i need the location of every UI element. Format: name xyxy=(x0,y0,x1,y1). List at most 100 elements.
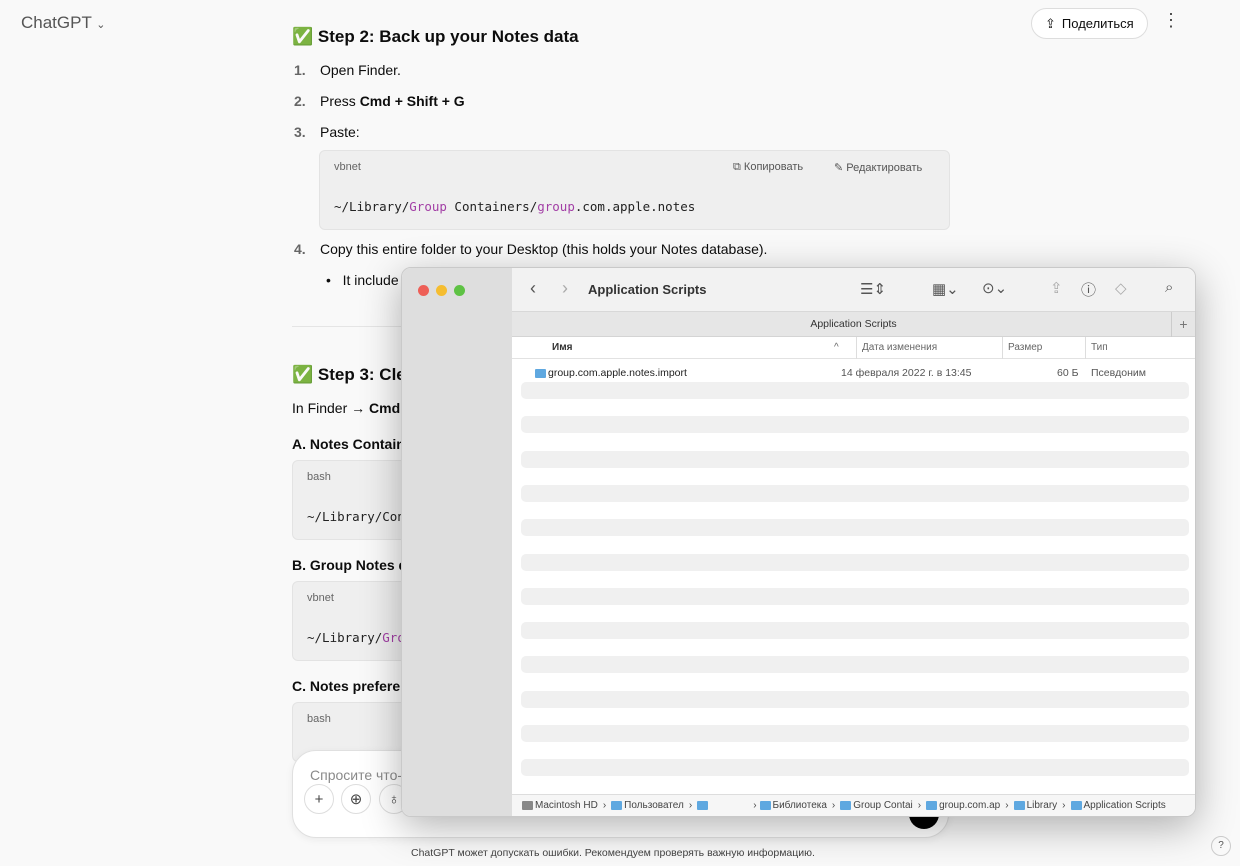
col-size[interactable]: Размер xyxy=(1002,337,1042,359)
folder-icon xyxy=(926,800,938,810)
globe-icon[interactable]: ⊕ xyxy=(341,784,371,814)
finder-window: ‹ › Application Scripts ☰⇕ ▦⌄ ⊙⌄ ⇪ ⓘ ◇ ⌕… xyxy=(401,267,1196,817)
empty-row-stripe xyxy=(521,382,1189,399)
sort-icon: ^ xyxy=(834,342,839,353)
empty-row-stripe xyxy=(521,519,1189,537)
path-item[interactable]: Библиотека xyxy=(759,800,827,811)
list-item: 3. Paste: xyxy=(294,124,360,140)
chevron-down-icon: ⌄ xyxy=(96,19,106,31)
share-icon[interactable]: ⇪ xyxy=(1050,279,1063,297)
finder-tab[interactable]: Application Scripts + xyxy=(512,311,1195,337)
back-icon[interactable]: ‹ xyxy=(530,278,536,299)
group-icon[interactable]: ▦⌄ xyxy=(932,280,959,298)
close-icon[interactable] xyxy=(418,285,429,296)
folder-alias-icon xyxy=(535,368,546,378)
path-item[interactable]: Macintosh HD xyxy=(522,800,598,811)
path-label: Group Contai xyxy=(853,800,913,811)
disk-icon xyxy=(522,800,533,810)
subheading-a: A. Notes Contain xyxy=(292,436,405,452)
text: Open Finder. xyxy=(320,62,401,78)
brand-label: ChatGPT xyxy=(21,13,92,32)
more-options-icon[interactable]: ⋮ xyxy=(1162,10,1180,31)
step3-intro: In Finder → Cmd - xyxy=(292,400,409,416)
num: 2. xyxy=(294,93,306,109)
column-header: Имя ^ Дата изменения Размер Тип xyxy=(512,337,1195,359)
file-size: 60 Б xyxy=(1057,367,1079,379)
path-label: group.com.ap xyxy=(939,800,1001,811)
path-separator: › xyxy=(602,800,607,811)
tag-icon[interactable]: ◇ xyxy=(1115,279,1127,297)
more-icon[interactable]: ⊙⌄ xyxy=(982,279,1007,297)
empty-row-stripe xyxy=(521,450,1189,468)
col-kind[interactable]: Тип xyxy=(1085,337,1108,359)
edit-button[interactable]: ✎ Редактировать xyxy=(834,161,922,174)
minimize-icon[interactable] xyxy=(436,285,447,296)
model-selector[interactable]: ChatGPT ⌄ xyxy=(21,13,106,33)
shortcut: Cmd + Shift + G xyxy=(359,93,465,109)
path-separator: › xyxy=(831,800,836,811)
path-item[interactable]: Application Scripts xyxy=(1070,800,1166,811)
path-bar: Macintosh HD › Пользовател › › Библиотека › Gro… xyxy=(512,794,1195,816)
num: 4. xyxy=(294,241,306,257)
text: Copy this entire folder to your Desktop … xyxy=(320,241,768,257)
path-label: Library xyxy=(1026,800,1058,811)
list-item: 4. Copy this entire folder to your Deskto… xyxy=(294,241,767,257)
path-label: Application Scripts xyxy=(1083,800,1166,811)
path-item[interactable] xyxy=(697,800,710,811)
empty-row-stripe xyxy=(521,622,1189,640)
path-label: Macintosh HD xyxy=(535,800,598,811)
file-date: 14 февраля 2022 г. в 13:45 xyxy=(841,367,972,379)
empty-row-stripe xyxy=(521,553,1189,571)
subheading-c: C. Notes preferen xyxy=(292,678,409,694)
new-tab-button[interactable]: + xyxy=(1171,312,1195,337)
code-lang: bash xyxy=(307,471,331,483)
forward-icon[interactable]: › xyxy=(562,278,568,299)
path-label: Пользовател xyxy=(624,800,684,811)
text: Paste: xyxy=(320,124,360,140)
plus-icon[interactable]: + xyxy=(304,784,334,814)
code-lang: bash xyxy=(307,713,331,725)
empty-row-stripe xyxy=(521,725,1189,742)
folder-icon xyxy=(1013,800,1025,810)
text: Press xyxy=(320,93,360,109)
bullet-item: • It include xyxy=(326,272,399,288)
empty-row-stripe xyxy=(521,484,1189,502)
share-button[interactable]: ⇪ Поделиться xyxy=(1031,8,1148,39)
empty-row-stripe xyxy=(521,587,1189,605)
folder-icon xyxy=(611,800,623,810)
code-text: ~/Library/Gro xyxy=(307,630,405,645)
folder-icon xyxy=(840,800,852,810)
empty-row-stripe xyxy=(521,416,1189,434)
path-separator: › xyxy=(1005,800,1009,811)
col-date[interactable]: Дата изменения xyxy=(856,337,937,359)
info-icon[interactable]: ⓘ xyxy=(1081,279,1096,300)
col-name[interactable]: Имя xyxy=(552,342,572,353)
path-separator: › xyxy=(917,800,922,811)
folder-icon xyxy=(759,800,771,810)
tab-label: Application Scripts xyxy=(810,318,897,330)
code-block: vbnet ⧉ Копировать ✎ Редактировать ~/Lib… xyxy=(319,150,950,230)
path-item[interactable]: Group Contai xyxy=(840,800,913,811)
path-item[interactable]: group.com.ap xyxy=(926,800,1000,811)
path-item[interactable]: Library xyxy=(1013,800,1058,811)
table-row[interactable]: group.com.apple.notes.import 14 февраля … xyxy=(512,361,1195,383)
path-item[interactable]: Пользовател xyxy=(611,800,684,811)
path-separator: › xyxy=(688,800,693,811)
zoom-icon[interactable] xyxy=(454,285,465,296)
finder-toolbar: ‹ › Application Scripts ☰⇕ ▦⌄ ⊙⌄ ⇪ ⓘ ◇ ⌕ xyxy=(512,268,1195,311)
copy-label: Копировать xyxy=(743,161,804,173)
prompt-input[interactable]: Спросите что- xyxy=(310,767,402,783)
code-text: ~/Library/Group Containers/group.com.app… xyxy=(334,199,696,214)
list-view-icon[interactable]: ☰⇕ xyxy=(860,280,886,298)
edit-label: Редактировать xyxy=(846,162,923,174)
help-button[interactable]: ? xyxy=(1211,836,1231,856)
list-item: 2. Press Cmd + Shift + G xyxy=(294,93,465,109)
copy-button[interactable]: ⧉ Копировать xyxy=(733,161,803,174)
path-separator: › xyxy=(753,800,757,811)
folder-icon xyxy=(1070,800,1082,810)
subheading-b: B. Group Notes d xyxy=(292,557,408,573)
search-icon[interactable]: ⌕ xyxy=(1165,279,1173,296)
path-label: Библиотека xyxy=(772,800,827,811)
list-item: 1. Open Finder. xyxy=(294,62,401,78)
step3-heading: ✅ Step 3: Cle xyxy=(292,365,406,384)
